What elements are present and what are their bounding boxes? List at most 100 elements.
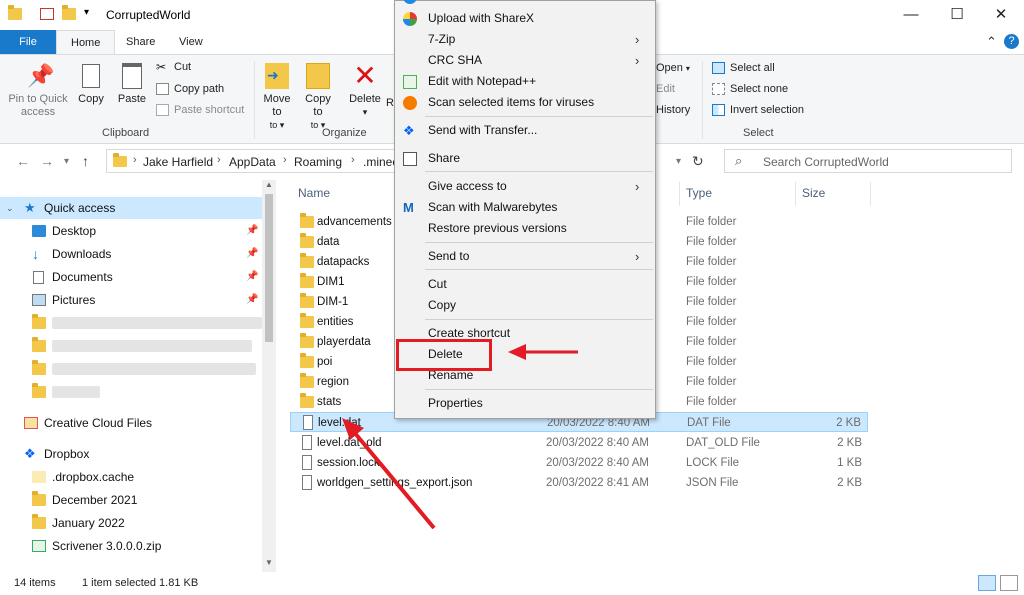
scroll-down-icon[interactable]: ▼ bbox=[265, 558, 273, 567]
customize-toolbar-icon[interactable]: ▾ bbox=[84, 7, 89, 18]
select-all-button[interactable]: Select all bbox=[710, 58, 775, 78]
menu-item-give-access[interactable]: Give access to › bbox=[395, 176, 655, 197]
column-header-type[interactable]: Type bbox=[686, 186, 712, 200]
help-icon[interactable]: ? bbox=[1004, 34, 1019, 49]
column-divider[interactable] bbox=[795, 182, 796, 206]
tab-file[interactable]: File bbox=[0, 30, 56, 54]
menu-item-transfer[interactable]: ❖ Send with Transfer... bbox=[395, 120, 655, 141]
move-to-button[interactable]: ➜ Move to to ▾ bbox=[260, 61, 294, 132]
paste-shortcut-button[interactable]: Paste shortcut bbox=[154, 100, 244, 120]
nav-item-blurred[interactable] bbox=[0, 312, 262, 334]
copy-to-button[interactable]: Copy to to ▾ bbox=[300, 61, 336, 132]
column-header-name[interactable]: Name bbox=[298, 186, 330, 200]
table-row[interactable]: session.lock 20/03/2022 8:40 AM LOCK Fil… bbox=[290, 453, 868, 473]
pin-icon[interactable]: 📌 bbox=[246, 220, 258, 242]
details-view-icon[interactable] bbox=[978, 575, 996, 591]
maximize-button[interactable]: ☐ bbox=[934, 4, 980, 26]
history-button[interactable]: History bbox=[656, 100, 690, 120]
nav-item-dropbox[interactable]: ❖ Dropbox bbox=[0, 443, 262, 465]
address-dropdown-icon[interactable]: ▾ bbox=[676, 156, 681, 167]
nav-item-documents[interactable]: Documents 📌 bbox=[0, 266, 262, 288]
forward-arrow-icon[interactable]: → bbox=[40, 153, 54, 169]
nav-item-quick-access[interactable]: ⌄ ★ Quick access bbox=[0, 197, 262, 219]
properties-checkbox-icon[interactable] bbox=[40, 8, 54, 20]
refresh-icon[interactable]: ↻ bbox=[692, 153, 704, 170]
navigation-scrollbar[interactable]: ▲ ▼ bbox=[262, 180, 276, 572]
menu-item-7zip[interactable]: 7-Zip › bbox=[395, 29, 655, 50]
breadcrumb-chevron-icon: › bbox=[283, 154, 287, 166]
paste-button[interactable]: Paste bbox=[114, 61, 150, 106]
new-folder-icon[interactable] bbox=[62, 5, 76, 20]
menu-item-copy[interactable]: Copy bbox=[395, 295, 655, 316]
column-divider[interactable] bbox=[870, 182, 871, 206]
menu-item-restore[interactable]: Restore previous versions bbox=[395, 218, 655, 239]
menu-item-partial[interactable] bbox=[395, 0, 655, 8]
menu-item-send-to[interactable]: Send to › bbox=[395, 246, 655, 267]
breadcrumb-item[interactable]: Roaming bbox=[294, 155, 342, 169]
scroll-up-icon[interactable]: ▲ bbox=[265, 180, 273, 189]
copy-path-button[interactable]: Copy path bbox=[154, 79, 224, 99]
pin-icon[interactable]: 📌 bbox=[246, 243, 258, 265]
submenu-arrow-icon: › bbox=[635, 249, 640, 264]
menu-item-properties[interactable]: Properties bbox=[395, 393, 655, 414]
column-header-size[interactable]: Size bbox=[802, 186, 825, 200]
breadcrumb-item[interactable]: AppData bbox=[229, 155, 276, 169]
nav-item-blurred[interactable] bbox=[0, 358, 262, 380]
expand-ribbon-icon[interactable]: ⌃ bbox=[986, 34, 997, 50]
column-divider[interactable] bbox=[679, 182, 680, 206]
pictures-icon bbox=[32, 294, 46, 306]
table-row[interactable]: level.dat_old 20/03/2022 8:40 AM DAT_OLD… bbox=[290, 433, 868, 453]
tab-share[interactable]: Share bbox=[112, 30, 169, 54]
pin-icon[interactable]: 📌 bbox=[246, 289, 258, 311]
cut-button[interactable]: ✂ Cut bbox=[154, 57, 191, 77]
breadcrumb-item[interactable]: Jake Harfield bbox=[143, 155, 213, 169]
pin-icon: 📌 bbox=[27, 63, 55, 88]
copy-button[interactable]: Copy bbox=[74, 61, 108, 106]
item-count: 14 items bbox=[14, 577, 56, 589]
menu-item-upload-sharex[interactable]: Upload with ShareX bbox=[395, 8, 655, 29]
zip-file-icon bbox=[32, 540, 46, 552]
menu-item-notepad[interactable]: Edit with Notepad++ bbox=[395, 71, 655, 92]
menu-item-share[interactable]: Share bbox=[395, 148, 655, 169]
chevron-down-icon[interactable]: ⌄ bbox=[6, 197, 14, 219]
nav-item-blurred[interactable] bbox=[0, 335, 262, 357]
nav-item-january[interactable]: January 2022 bbox=[0, 512, 262, 534]
menu-item-malwarebytes[interactable]: M Scan with Malwarebytes bbox=[395, 197, 655, 218]
address-bar[interactable]: › Jake Harfield › AppData › Roaming › .m… bbox=[106, 149, 398, 173]
search-field[interactable]: ⌕ Search CorruptedWorld bbox=[724, 149, 1012, 173]
scrollbar-thumb[interactable] bbox=[265, 194, 273, 342]
share-icon bbox=[403, 152, 417, 166]
menu-item-cut[interactable]: Cut bbox=[395, 274, 655, 295]
close-button[interactable]: ✕ bbox=[978, 4, 1024, 26]
nav-item-blurred[interactable] bbox=[0, 381, 262, 403]
recent-locations-icon[interactable]: ▾ bbox=[64, 156, 69, 167]
select-none-button[interactable]: Select none bbox=[710, 79, 788, 99]
folder-icon bbox=[300, 273, 314, 288]
nav-item-downloads[interactable]: ↓ Downloads 📌 bbox=[0, 243, 262, 265]
organize-group-label: Organize bbox=[322, 127, 367, 139]
pin-to-quick-access-button[interactable]: 📌 Pin to Quick access bbox=[6, 61, 70, 119]
tab-view[interactable]: View bbox=[165, 30, 217, 54]
menu-item-crc-sha[interactable]: CRC SHA › bbox=[395, 50, 655, 71]
menu-item-scan-viruses[interactable]: Scan selected items for viruses bbox=[395, 92, 655, 113]
large-icons-view-icon[interactable] bbox=[1000, 575, 1018, 591]
tab-home[interactable]: Home bbox=[56, 30, 116, 54]
invert-selection-button[interactable]: Invert selection bbox=[710, 100, 804, 120]
nav-item-creative-cloud[interactable]: Creative Cloud Files bbox=[0, 412, 262, 434]
minimize-button[interactable]: — bbox=[888, 4, 934, 26]
table-row[interactable]: worldgen_settings_export.json 20/03/2022… bbox=[290, 473, 868, 493]
up-arrow-icon[interactable]: ↑ bbox=[82, 153, 89, 169]
sharex-icon bbox=[403, 12, 417, 26]
back-arrow-icon[interactable]: ← bbox=[16, 153, 30, 169]
nav-item-dropbox-cache[interactable]: .dropbox.cache bbox=[0, 466, 262, 488]
nav-item-pictures[interactable]: Pictures 📌 bbox=[0, 289, 262, 311]
rename-ribbon-button[interactable]: R bbox=[386, 97, 394, 110]
delete-ribbon-button[interactable]: ✕ Delete ▾ bbox=[346, 61, 384, 119]
nav-item-scrivener[interactable]: Scrivener 3.0.0.0.zip bbox=[0, 535, 262, 557]
edit-button[interactable]: Edit bbox=[656, 79, 675, 99]
nav-item-desktop[interactable]: Desktop 📌 bbox=[0, 220, 262, 242]
pin-icon[interactable]: 📌 bbox=[246, 266, 258, 288]
open-button[interactable]: Open ▾ bbox=[656, 58, 690, 78]
nav-item-december[interactable]: December 2021 bbox=[0, 489, 262, 511]
file-icon bbox=[302, 475, 312, 490]
